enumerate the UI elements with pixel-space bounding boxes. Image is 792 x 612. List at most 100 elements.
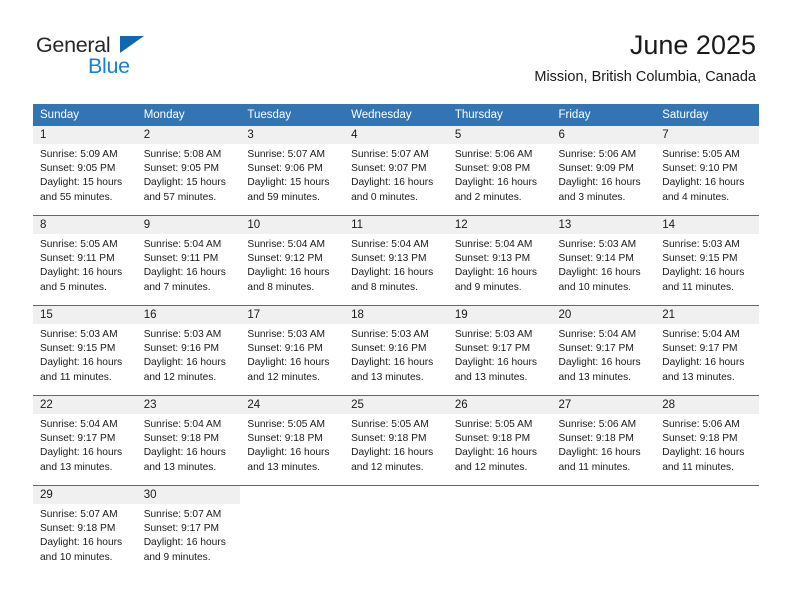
day-cell[interactable]: 14 Sunrise: 5:03 AM Sunset: 9:15 PM Dayl… [655,215,759,306]
week-row: 1 Sunrise: 5:09 AM Sunset: 9:05 PM Dayli… [33,126,759,216]
day-cell[interactable]: 24 Sunrise: 5:05 AM Sunset: 9:18 PM Dayl… [240,395,345,486]
day-cell[interactable]: 10 Sunrise: 5:04 AM Sunset: 9:12 PM Dayl… [240,215,345,306]
day-number [344,486,448,504]
day-details: Sunrise: 5:04 AM Sunset: 9:17 PM Dayligh… [552,324,656,385]
weekday-header-wednesday: Wednesday [344,104,448,126]
day-details: Sunrise: 5:03 AM Sunset: 9:17 PM Dayligh… [448,324,552,385]
day-cell[interactable]: 6 Sunrise: 5:06 AM Sunset: 9:09 PM Dayli… [551,126,656,216]
day-number: 8 [33,216,137,234]
day-cell[interactable]: 25 Sunrise: 5:05 AM Sunset: 9:18 PM Dayl… [344,395,448,486]
day-cell[interactable]: 3 Sunrise: 5:07 AM Sunset: 9:06 PM Dayli… [240,126,345,216]
sunset-text: Sunset: 9:18 PM [454,433,531,445]
day-cell[interactable]: 28 Sunrise: 5:06 AM Sunset: 9:18 PM Dayl… [655,395,759,486]
day-cell[interactable]: 30 Sunrise: 5:07 AM Sunset: 9:17 PM Dayl… [136,485,241,575]
sunset-text: Sunset: 9:14 PM [558,253,634,265]
day-cell[interactable]: 19 Sunrise: 5:03 AM Sunset: 9:17 PM Dayl… [447,305,552,396]
daylight-text-line2: and 4 minutes. [662,191,730,203]
day-number: 2 [136,126,241,144]
week-row: 8 Sunrise: 5:05 AM Sunset: 9:11 PM Dayli… [33,215,759,306]
daylight-text-line1: Daylight: 16 hours [351,357,434,369]
week-row: 29 Sunrise: 5:07 AM Sunset: 9:18 PM Dayl… [33,485,759,575]
day-cell-empty [655,485,759,575]
sunrise-text: Sunrise: 5:03 AM [558,239,637,250]
day-details: Sunrise: 5:03 AM Sunset: 9:16 PM Dayligh… [137,324,241,385]
daylight-text-line1: Daylight: 16 hours [454,267,537,279]
sunrise-text: Sunrise: 5:03 AM [247,329,325,340]
day-cell[interactable]: 4 Sunrise: 5:07 AM Sunset: 9:07 PM Dayli… [344,126,448,216]
day-cell[interactable]: 1 Sunrise: 5:09 AM Sunset: 9:05 PM Dayli… [33,126,137,216]
day-number: 21 [655,306,759,324]
day-number: 17 [240,306,345,324]
sunrise-text: Sunrise: 5:04 AM [662,329,740,340]
daylight-text-line2: and 0 minutes. [351,191,418,203]
sunset-text: Sunset: 9:18 PM [143,433,220,445]
daylight-text-line2: and 12 minutes. [351,461,424,473]
daylight-text-line1: Daylight: 16 hours [662,447,745,459]
day-cell[interactable]: 2 Sunrise: 5:08 AM Sunset: 9:05 PM Dayli… [136,126,241,216]
day-cell[interactable]: 15 Sunrise: 5:03 AM Sunset: 9:15 PM Dayl… [33,305,137,396]
daylight-text-line1: Daylight: 15 hours [40,177,123,189]
daylight-text-line1: Daylight: 16 hours [662,357,745,369]
daylight-text-line2: and 57 minutes. [143,191,217,203]
sunrise-text: Sunrise: 5:04 AM [143,239,222,250]
daylight-text-line1: Daylight: 16 hours [351,267,434,279]
sunrise-text: Sunrise: 5:06 AM [662,419,740,430]
day-cell[interactable]: 21 Sunrise: 5:04 AM Sunset: 9:17 PM Dayl… [655,305,759,396]
daylight-text-line2: and 10 minutes. [558,281,632,293]
day-cell[interactable]: 8 Sunrise: 5:05 AM Sunset: 9:11 PM Dayli… [33,215,137,306]
daylight-text-line2: and 13 minutes. [662,371,735,383]
day-cell[interactable]: 29 Sunrise: 5:07 AM Sunset: 9:18 PM Dayl… [33,485,137,575]
day-cell[interactable]: 12 Sunrise: 5:04 AM Sunset: 9:13 PM Dayl… [447,215,552,306]
daylight-text-line1: Daylight: 15 hours [247,177,330,189]
day-cell[interactable]: 18 Sunrise: 5:03 AM Sunset: 9:16 PM Dayl… [344,305,448,396]
sunrise-text: Sunrise: 5:05 AM [351,419,429,430]
sunrise-text: Sunrise: 5:07 AM [247,149,325,160]
day-cell-empty [551,485,656,575]
daylight-text-line2: and 13 minutes. [351,371,424,383]
sunrise-text: Sunrise: 5:03 AM [40,329,118,340]
day-details: Sunrise: 5:07 AM Sunset: 9:07 PM Dayligh… [344,144,448,205]
day-cell[interactable]: 11 Sunrise: 5:04 AM Sunset: 9:13 PM Dayl… [344,215,448,306]
day-cell[interactable]: 23 Sunrise: 5:04 AM Sunset: 9:18 PM Dayl… [136,395,241,486]
daylight-text-line2: and 12 minutes. [143,371,217,383]
daylight-text-line1: Daylight: 16 hours [247,447,330,459]
day-cell[interactable]: 9 Sunrise: 5:04 AM Sunset: 9:11 PM Dayli… [136,215,241,306]
page-header: General Blue June 2025 Mission, British … [0,0,792,100]
sunset-text: Sunset: 9:17 PM [143,523,220,535]
daylight-text-line1: Daylight: 15 hours [143,177,226,189]
daylight-text-line2: and 5 minutes. [40,281,107,293]
day-cell[interactable]: 20 Sunrise: 5:04 AM Sunset: 9:17 PM Dayl… [551,305,656,396]
day-number: 5 [447,126,552,144]
day-cell[interactable]: 13 Sunrise: 5:03 AM Sunset: 9:14 PM Dayl… [551,215,656,306]
day-cell[interactable]: 27 Sunrise: 5:06 AM Sunset: 9:18 PM Dayl… [551,395,656,486]
day-cell[interactable]: 16 Sunrise: 5:03 AM Sunset: 9:16 PM Dayl… [136,305,241,396]
day-cell[interactable]: 17 Sunrise: 5:03 AM Sunset: 9:16 PM Dayl… [240,305,345,396]
day-cell[interactable]: 7 Sunrise: 5:05 AM Sunset: 9:10 PM Dayli… [655,126,759,216]
day-number [655,486,759,504]
day-cell-empty [447,485,552,575]
sunset-text: Sunset: 9:18 PM [558,433,634,445]
daylight-text-line2: and 11 minutes. [558,461,631,473]
daylight-text-line1: Daylight: 16 hours [662,177,745,189]
week-row: 22 Sunrise: 5:04 AM Sunset: 9:17 PM Dayl… [33,395,759,486]
day-details: Sunrise: 5:05 AM Sunset: 9:18 PM Dayligh… [448,414,552,475]
sunrise-text: Sunrise: 5:06 AM [454,149,533,160]
calendar-body: 1 Sunrise: 5:09 AM Sunset: 9:05 PM Dayli… [33,126,759,575]
sunset-text: Sunset: 9:12 PM [247,253,323,265]
brand-logo[interactable]: General Blue [36,33,236,87]
day-cell[interactable]: 26 Sunrise: 5:05 AM Sunset: 9:18 PM Dayl… [447,395,552,486]
sunrise-text: Sunrise: 5:05 AM [40,239,118,250]
day-details: Sunrise: 5:04 AM Sunset: 9:13 PM Dayligh… [344,234,448,295]
day-details: Sunrise: 5:04 AM Sunset: 9:12 PM Dayligh… [240,234,344,295]
day-cell[interactable]: 22 Sunrise: 5:04 AM Sunset: 9:17 PM Dayl… [33,395,137,486]
daylight-text-line1: Daylight: 16 hours [40,537,123,549]
daylight-text-line2: and 59 minutes. [247,191,320,203]
sunrise-text: Sunrise: 5:04 AM [40,419,118,430]
day-details: Sunrise: 5:03 AM Sunset: 9:16 PM Dayligh… [240,324,344,385]
sunset-text: Sunset: 9:17 PM [662,343,738,355]
daylight-text-line2: and 11 minutes. [662,461,734,473]
sunset-text: Sunset: 9:13 PM [454,253,531,265]
daylight-text-line2: and 12 minutes. [454,461,528,473]
day-cell[interactable]: 5 Sunrise: 5:06 AM Sunset: 9:08 PM Dayli… [447,126,552,216]
sunrise-text: Sunrise: 5:03 AM [351,329,429,340]
